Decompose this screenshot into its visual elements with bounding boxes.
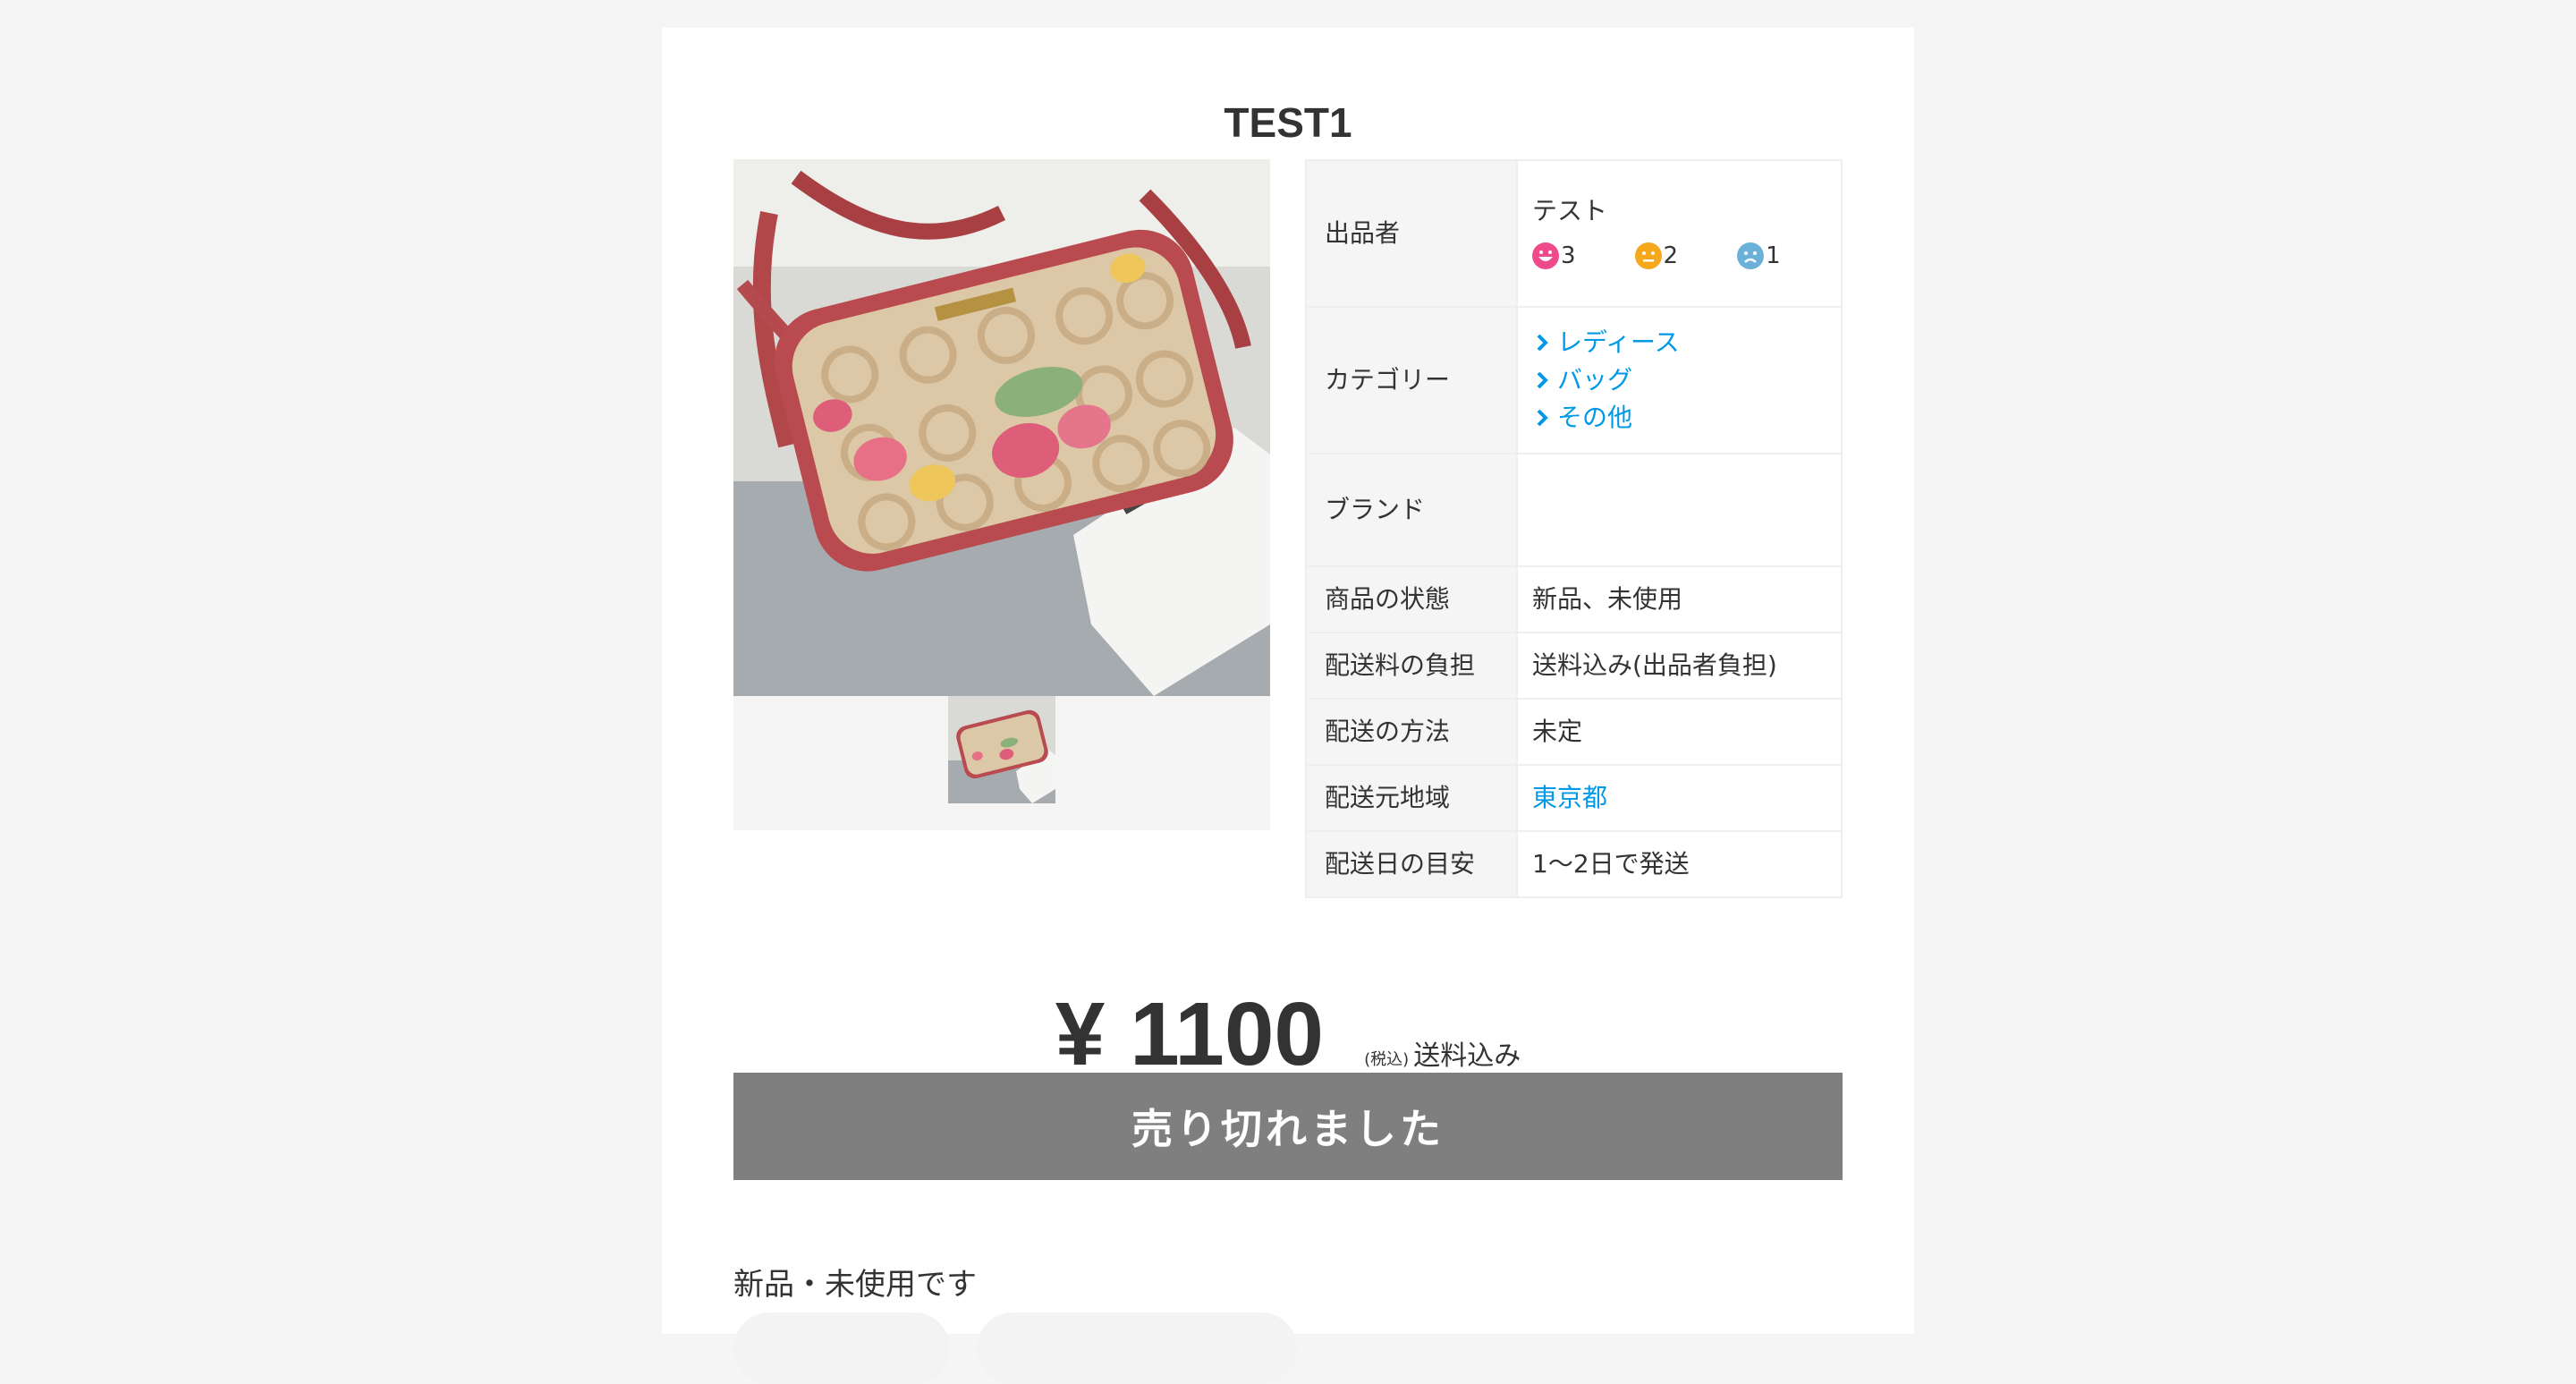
ship-from-label: 配送元地域 xyxy=(1305,764,1518,832)
category-cell: レディース バッグ その他 xyxy=(1516,306,1843,454)
shipping-fee-value: 送料込み(出品者負担) xyxy=(1516,632,1843,700)
product-details-table: 出品者 テスト 3 2 1 カテゴリー レディース バッグ その他 ブランド 商… xyxy=(1305,159,1843,898)
ship-from-link[interactable]: 東京都 xyxy=(1532,783,1607,812)
sold-out-button[interactable]: 売り切れました xyxy=(733,1073,1843,1180)
seller-cell: テスト 3 2 1 xyxy=(1516,159,1843,308)
smile-face-icon xyxy=(1532,242,1559,269)
product-title: TEST1 xyxy=(1224,99,1352,146)
seller-ratings: 3 2 1 xyxy=(1532,238,1841,274)
condition-value: 新品、未使用 xyxy=(1516,565,1843,633)
category-link-label[interactable]: レディース xyxy=(1557,324,1680,361)
photo-gallery xyxy=(733,159,1270,830)
brand-label: ブランド xyxy=(1305,453,1518,567)
rating-bad-count: 1 xyxy=(1766,242,1781,269)
ship-from-row: 配送元地域 東京都 xyxy=(1305,764,1843,832)
shipping-method-label: 配送の方法 xyxy=(1305,698,1518,766)
rating-normal-count: 2 xyxy=(1663,242,1679,269)
category-link-label[interactable]: バッグ xyxy=(1557,361,1632,399)
condition-row: 商品の状態 新品、未使用 xyxy=(1305,565,1843,633)
sad-face-icon xyxy=(1737,242,1765,269)
category-link-label[interactable]: その他 xyxy=(1557,399,1632,437)
price-amount: ¥ 1100 xyxy=(1055,984,1325,1084)
shipping-method-value: 未定 xyxy=(1516,698,1843,766)
condition-label: 商品の状態 xyxy=(1305,565,1518,633)
brand-value xyxy=(1516,453,1843,567)
chevron-right-icon xyxy=(1537,409,1548,427)
category-link-other[interactable]: その他 xyxy=(1532,399,1841,437)
handbag-thumbnail[interactable] xyxy=(948,696,1055,803)
ship-from-cell: 東京都 xyxy=(1516,764,1843,832)
category-label: カテゴリー xyxy=(1305,306,1518,454)
ship-days-row: 配送日の目安 1〜2日で発送 xyxy=(1305,830,1843,898)
chevron-right-icon xyxy=(1537,334,1548,352)
tag-chip[interactable] xyxy=(733,1312,950,1384)
category-link-bag[interactable]: バッグ xyxy=(1532,361,1841,399)
brand-row: ブランド xyxy=(1305,453,1843,567)
product-card: TEST1 出品者 テスト 3 2 1 カテゴリー レディース バッグ その他 … xyxy=(662,28,1914,1384)
category-link-ladies[interactable]: レディース xyxy=(1532,324,1841,361)
tag-chip[interactable] xyxy=(977,1312,1297,1384)
rating-good: 3 xyxy=(1532,238,1576,274)
rating-normal: 2 xyxy=(1634,238,1679,274)
tax-note: (税込) xyxy=(1364,1050,1410,1069)
seller-label: 出品者 xyxy=(1305,159,1518,308)
ship-days-label: 配送日の目安 xyxy=(1305,830,1518,898)
handbag-photo[interactable] xyxy=(733,159,1270,696)
shipping-fee-row: 配送料の負担 送料込み(出品者負担) xyxy=(1305,632,1843,700)
ship-days-value: 1〜2日で発送 xyxy=(1516,830,1843,898)
item-description: 新品・未使用です xyxy=(733,1267,977,1303)
shipping-included-note: 送料込み xyxy=(1413,1040,1521,1072)
category-row: カテゴリー レディース バッグ その他 xyxy=(1305,306,1843,454)
chevron-right-icon xyxy=(1537,371,1548,389)
shipping-method-row: 配送の方法 未定 xyxy=(1305,698,1843,766)
rating-bad: 1 xyxy=(1737,238,1781,274)
rating-good-count: 3 xyxy=(1561,242,1576,269)
seller-row: 出品者 テスト 3 2 1 xyxy=(1305,159,1843,308)
neutral-face-icon xyxy=(1634,242,1662,269)
price-line: ¥ 1100 (税込) 送料込み xyxy=(662,985,1914,1083)
seller-name[interactable]: テスト xyxy=(1532,193,1841,229)
shipping-fee-label: 配送料の負担 xyxy=(1305,632,1518,700)
